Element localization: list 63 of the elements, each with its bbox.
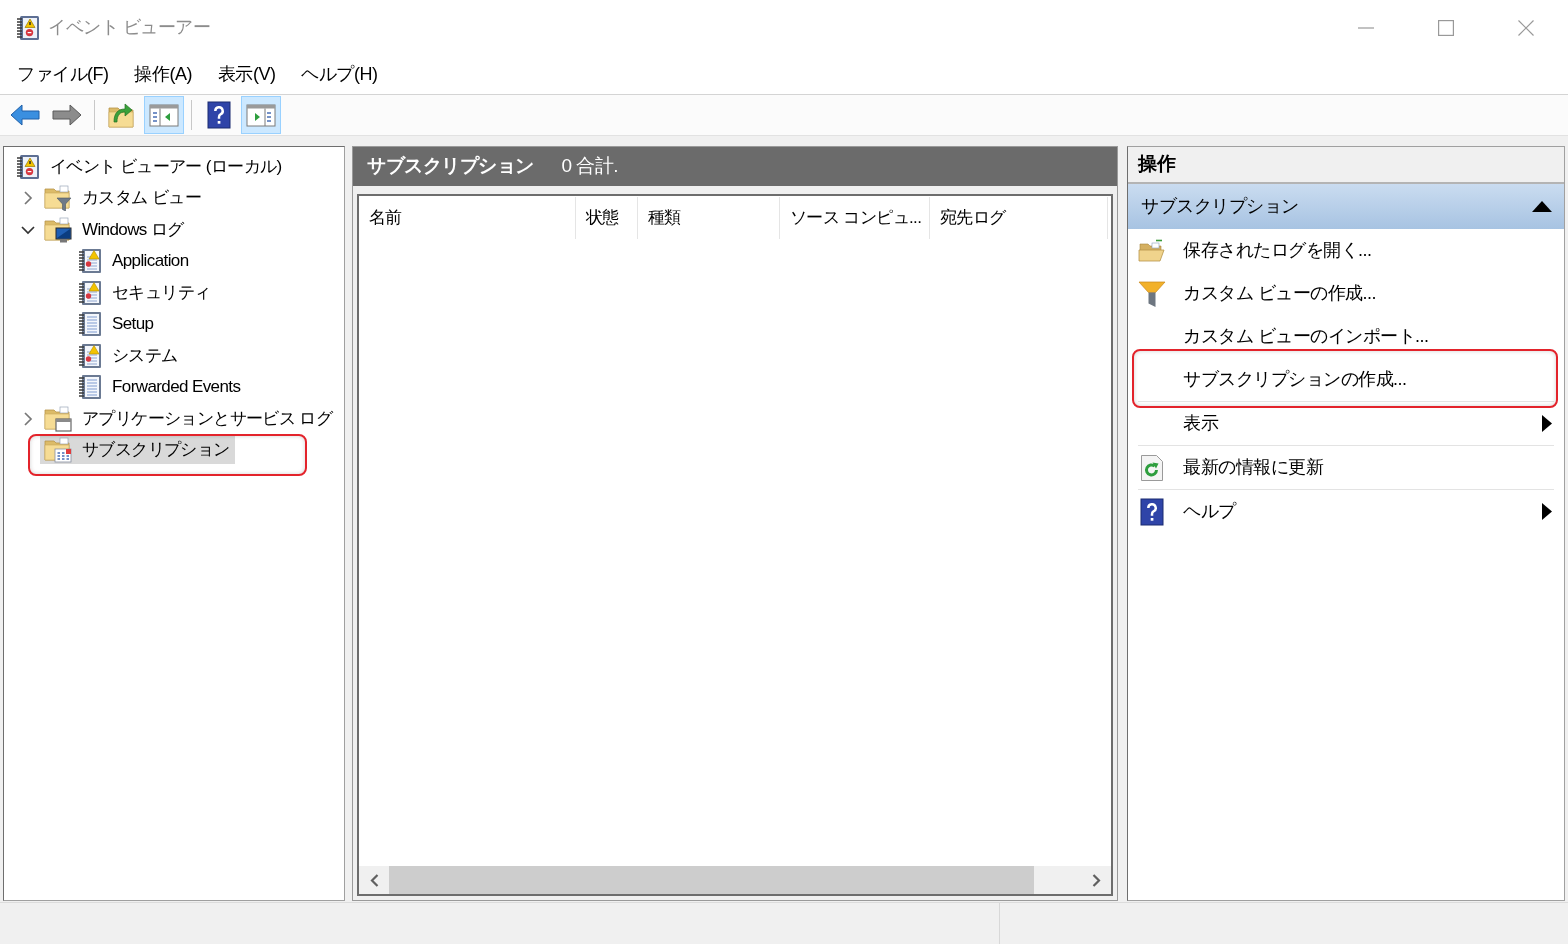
tree-item[interactable]: システム: [74, 341, 183, 370]
notebook-alert-icon: [78, 342, 102, 369]
expand-chevron-icon[interactable]: [22, 410, 34, 427]
notebook-alert-icon: [16, 14, 40, 41]
actions-title: 操作: [1128, 147, 1564, 184]
tree-item[interactable]: Forwarded Events: [74, 373, 246, 402]
column-header[interactable]: 宛先ログ: [930, 197, 1108, 239]
tree-item[interactable]: カスタム ビュー: [40, 184, 206, 213]
action-item[interactable]: 表示: [1128, 402, 1564, 445]
folder-up-icon: [108, 102, 136, 128]
action-item[interactable]: ヘルプ: [1128, 490, 1564, 533]
tree-item[interactable]: アプリケーションとサービス ログ: [40, 404, 338, 433]
column-header[interactable]: ソース コンピュ...: [780, 197, 930, 239]
folder-monitor-icon: [44, 216, 72, 243]
back-arrow-icon: [10, 103, 40, 127]
tree-item[interactable]: セキュリティ: [74, 278, 216, 307]
scroll-right-icon[interactable]: [1091, 873, 1101, 887]
close-icon: [1518, 19, 1534, 36]
refresh-icon: [1140, 453, 1164, 482]
action-item[interactable]: カスタム ビューのインポート...: [1128, 315, 1564, 358]
left-pane-icon: [149, 103, 179, 127]
notebook-alert-icon: [16, 153, 40, 180]
collapse-triangle-icon[interactable]: [1532, 201, 1552, 212]
maximize-icon: [1438, 19, 1454, 36]
scroll-left-icon[interactable]: [369, 873, 379, 887]
tree-item[interactable]: Windows ログ: [40, 215, 189, 244]
menu-item[interactable]: 操作(A): [121, 55, 205, 94]
folder-grid-icon: [44, 437, 72, 464]
help-icon: [207, 101, 231, 129]
content-title: サブスクリプション: [367, 155, 534, 178]
menu-item[interactable]: 表示(V): [205, 55, 289, 94]
item-count: 0 合計.: [561, 155, 619, 178]
folder-window-icon: [44, 405, 72, 432]
menu-item[interactable]: ヘルプ(H): [288, 55, 391, 94]
funnel-icon: [1138, 279, 1166, 308]
action-item[interactable]: サブスクリプションの作成...: [1128, 358, 1564, 401]
action-pane-toggle-button[interactable]: [241, 96, 281, 134]
column-header[interactable]: 状態: [576, 197, 638, 239]
forward-arrow-icon: [52, 103, 82, 127]
tree-item[interactable]: イベント ビューアー (ローカル): [12, 152, 287, 181]
help-icon: [1140, 497, 1164, 526]
menu-item[interactable]: ファイル(F): [4, 55, 122, 94]
section-header[interactable]: サブスクリプション: [1128, 184, 1564, 229]
folder-funnel-icon: [44, 185, 72, 212]
open-folder-icon: [1138, 238, 1166, 263]
action-item[interactable]: 最新の情報に更新: [1128, 446, 1564, 489]
notebook-alert-icon: [78, 248, 102, 275]
notebook-icon: [78, 311, 102, 338]
collapse-chevron-icon[interactable]: [20, 223, 36, 236]
tree-item[interactable]: Setup: [74, 310, 159, 339]
console-tree-toggle-button[interactable]: [144, 96, 184, 134]
notebook-alert-icon: [78, 279, 102, 306]
action-item[interactable]: カスタム ビューの作成...: [1128, 272, 1564, 315]
column-header[interactable]: 名前: [359, 197, 576, 239]
window-title: イベント ビューアー: [48, 16, 210, 39]
tree-item[interactable]: サブスクリプション: [40, 436, 235, 465]
column-header[interactable]: 種類: [638, 197, 780, 239]
expand-chevron-icon[interactable]: [22, 190, 34, 207]
notebook-icon: [78, 374, 102, 401]
action-item[interactable]: 保存されたログを開く...: [1128, 229, 1564, 272]
right-pane-icon: [246, 103, 276, 127]
minimize-icon: [1358, 26, 1374, 29]
tree-item[interactable]: Application: [74, 247, 194, 276]
